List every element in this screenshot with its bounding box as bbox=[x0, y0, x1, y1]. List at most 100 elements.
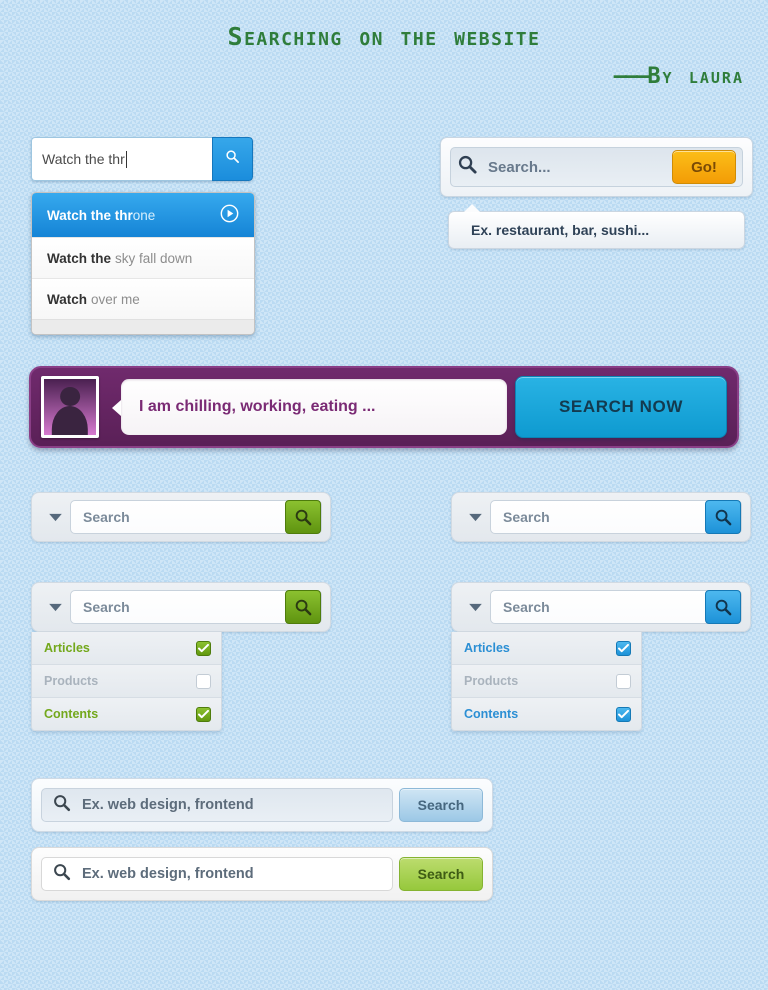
bottom-search-button[interactable]: Search bbox=[399, 788, 483, 822]
list-item[interactable]: Products bbox=[32, 665, 221, 698]
play-circle-icon[interactable] bbox=[220, 204, 239, 226]
tooltip-pointer bbox=[464, 204, 480, 212]
magnifier-icon bbox=[225, 149, 240, 169]
dropdown-search-button[interactable] bbox=[705, 590, 741, 624]
dropdown-search-placeholder: Search bbox=[503, 509, 550, 525]
dropdown-search-shell: Search bbox=[451, 582, 751, 632]
dropdown-search-placeholder: Search bbox=[503, 599, 550, 615]
bottom-search-bar-blue: Ex. web design, frontend Search bbox=[31, 778, 493, 832]
dropdown-search-field[interactable]: Search bbox=[70, 590, 322, 624]
avatar bbox=[41, 376, 99, 438]
checkbox-unchecked[interactable] bbox=[196, 673, 211, 689]
suggestion-rest-2: over me bbox=[91, 291, 140, 307]
byline: ———By laura bbox=[0, 64, 768, 89]
gray-search-placeholder: Search... bbox=[488, 158, 551, 176]
suggestion-match-0: Watch the thr bbox=[47, 207, 133, 223]
option-label: Articles bbox=[464, 641, 510, 655]
autocomplete-input[interactable]: Watch the thr bbox=[31, 137, 212, 181]
byline-dash: ——— bbox=[613, 64, 650, 89]
text-cursor bbox=[125, 150, 127, 168]
list-item[interactable]: Products bbox=[452, 665, 641, 698]
dropdown-option-list: Articles Products Contents bbox=[451, 632, 642, 731]
autocomplete-bar: Watch the thr bbox=[31, 137, 253, 181]
dropdown-search-green-collapsed: Search bbox=[31, 492, 331, 542]
checkbox-unchecked[interactable] bbox=[616, 673, 631, 689]
tooltip-text: Ex. restaurant, bar, sushi... bbox=[471, 222, 650, 238]
dropdown-search-button[interactable] bbox=[285, 590, 321, 624]
suggestion-rest-1: sky fall down bbox=[115, 250, 193, 266]
purple-search-widget: I am chilling, working, eating ... SEARC… bbox=[29, 366, 739, 448]
suggestion-match-1: Watch the bbox=[47, 250, 111, 266]
option-label: Products bbox=[464, 674, 519, 688]
magnifier-icon bbox=[52, 862, 72, 887]
list-item[interactable]: Articles bbox=[32, 632, 221, 665]
dropdown-search-blue-collapsed: Search bbox=[451, 492, 751, 542]
suggestion-rest-0: one bbox=[132, 207, 156, 223]
dropdown-search-button[interactable] bbox=[705, 500, 741, 534]
option-label: Products bbox=[44, 674, 99, 688]
bubble-pointer bbox=[112, 400, 121, 416]
gray-search-tooltip: Ex. restaurant, bar, sushi... bbox=[448, 204, 745, 249]
bottom-search-field[interactable]: Ex. web design, frontend bbox=[41, 857, 393, 891]
suggestion-text-0: Watch the throne bbox=[47, 208, 155, 223]
checkbox-checked[interactable] bbox=[196, 640, 211, 656]
search-now-button[interactable]: SEARCH NOW bbox=[515, 376, 727, 438]
autocomplete-input-value: Watch the thr bbox=[42, 151, 125, 167]
magnifier-icon bbox=[715, 509, 731, 525]
chevron-down-icon[interactable] bbox=[460, 513, 490, 522]
dropdown-search-field[interactable]: Search bbox=[70, 500, 322, 534]
chevron-down-icon[interactable] bbox=[460, 603, 490, 612]
magnifier-icon bbox=[457, 154, 478, 180]
list-item[interactable]: Contents bbox=[32, 698, 221, 730]
gray-search-shell: Search... Go! bbox=[440, 137, 753, 197]
suggestion-item-0[interactable]: Watch the throne bbox=[32, 193, 254, 237]
chevron-down-icon[interactable] bbox=[40, 513, 70, 522]
list-item[interactable]: Contents bbox=[452, 698, 641, 730]
bottom-search-placeholder: Ex. web design, frontend bbox=[82, 797, 254, 813]
purple-search-input[interactable]: I am chilling, working, eating ... bbox=[112, 379, 507, 435]
chevron-down-icon[interactable] bbox=[40, 603, 70, 612]
dropdown-search-placeholder: Search bbox=[83, 509, 130, 525]
gray-search-field[interactable]: Search... Go! bbox=[450, 147, 743, 187]
dropdown-search-shell: Search bbox=[31, 582, 331, 632]
bottom-search-button[interactable]: Search bbox=[399, 857, 483, 891]
purple-search-value: I am chilling, working, eating ... bbox=[139, 398, 376, 415]
dropdown-search-blue-expanded: Search Articles Products Contents bbox=[451, 582, 751, 731]
autocomplete-search-button[interactable] bbox=[212, 137, 253, 181]
suggestion-match-2: Watch bbox=[47, 291, 87, 307]
page-root: Searching on the website ———By laura Wat… bbox=[0, 0, 768, 990]
checkbox-checked[interactable] bbox=[196, 706, 211, 722]
magnifier-icon bbox=[715, 599, 731, 615]
dropdown-search-shell: Search bbox=[31, 492, 331, 542]
dropdown-search-placeholder: Search bbox=[83, 599, 130, 615]
magnifier-icon bbox=[295, 599, 311, 615]
option-label: Contents bbox=[44, 707, 99, 721]
go-button[interactable]: Go! bbox=[672, 150, 736, 184]
checkbox-checked[interactable] bbox=[616, 706, 631, 722]
page-header: Searching on the website ———By laura bbox=[0, 22, 768, 89]
dropdown-pointer bbox=[54, 192, 70, 193]
avatar-head bbox=[60, 386, 80, 406]
dropdown-search-field[interactable]: Search bbox=[490, 500, 742, 534]
dropdown-search-green-expanded: Search Articles Products Contents bbox=[31, 582, 331, 731]
dropdown-search-button[interactable] bbox=[285, 500, 321, 534]
magnifier-icon bbox=[52, 793, 72, 818]
dropdown-footer bbox=[32, 319, 254, 334]
bottom-search-field[interactable]: Ex. web design, frontend bbox=[41, 788, 393, 822]
bottom-search-bar-green: Ex. web design, frontend Search bbox=[31, 847, 493, 901]
page-title: Searching on the website bbox=[227, 22, 541, 51]
suggestion-item-2[interactable]: Watch over me bbox=[32, 278, 254, 319]
checkbox-checked[interactable] bbox=[616, 640, 631, 656]
list-item[interactable]: Articles bbox=[452, 632, 641, 665]
dropdown-option-list: Articles Products Contents bbox=[31, 632, 222, 731]
byline-author: By laura bbox=[647, 64, 744, 89]
suggestion-item-1[interactable]: Watch the sky fall down bbox=[32, 237, 254, 278]
autocomplete-widget: Watch the thr Watch the throne Watch the… bbox=[31, 137, 255, 335]
gray-search-widget: Search... Go! Ex. restaurant, bar, sushi… bbox=[440, 137, 753, 249]
option-label: Articles bbox=[44, 641, 90, 655]
dropdown-search-field[interactable]: Search bbox=[490, 590, 742, 624]
avatar-body bbox=[51, 405, 89, 435]
bottom-search-placeholder: Ex. web design, frontend bbox=[82, 866, 254, 882]
option-label: Contents bbox=[464, 707, 519, 721]
avatar-image bbox=[44, 379, 96, 435]
